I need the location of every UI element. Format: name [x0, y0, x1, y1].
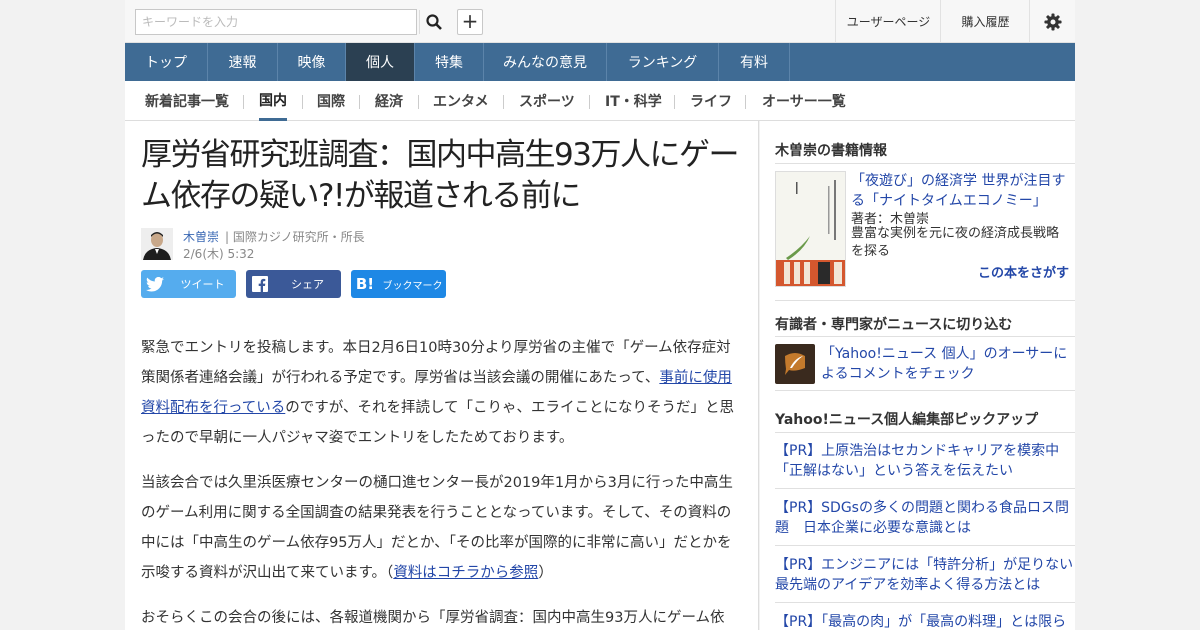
subnav-divider [418, 95, 419, 109]
comment-feather-icon[interactable] [775, 344, 815, 384]
subnav-economy[interactable]: 経済 [375, 81, 403, 121]
subnav-divider [302, 95, 303, 109]
hatena-bookmark-icon: B! [355, 275, 375, 293]
book-description: 豊富な実例を元に夜の経済成長戦略を探る [851, 226, 1060, 259]
paragraph-text: 緊急でエントリを投稿します。本日2月6日10時30分より厚労省の主催で「ゲーム依… [141, 340, 731, 386]
subnav-international[interactable]: 国際 [317, 81, 345, 121]
gear-icon [1043, 12, 1062, 31]
subnav-divider [745, 95, 746, 109]
facebook-share-label: シェア [291, 278, 324, 291]
search-box [135, 9, 442, 35]
subnav-life[interactable]: ライフ [690, 81, 732, 121]
sidebar: 木曽崇の書籍情報 「夜遊び」の経済学 世界が注目する「ナイトタイムエコノミー」 … [760, 121, 1075, 630]
purchase-history-link[interactable]: 購入履歴 [940, 0, 1030, 43]
article-title: 厚労省研究班調査：国内中高生93万人にゲーム依存の疑い?!が報道される前に [141, 137, 739, 214]
divider [775, 163, 1075, 164]
subnav-divider [674, 95, 675, 109]
book-cover-image [776, 172, 845, 286]
nav-breaking[interactable]: 速報 [208, 43, 278, 81]
divider [775, 432, 1075, 433]
pickup-link[interactable]: 【PR】SDGsの多くの問題と関わる食品ロス問題 日本企業に必要な意識とは [775, 498, 1075, 538]
book-section-heading: 木曽崇の書籍情報 [775, 143, 887, 159]
hatena-bookmark-label: ブックマーク [382, 280, 443, 292]
pickup-section-heading: Yahoo!ニュース個人編集部ピックアップ [775, 412, 1039, 428]
author-avatar[interactable] [141, 228, 173, 260]
divider [775, 300, 1075, 301]
sub-nav: 新着記事一覧 国内 国際 経済 エンタメ スポーツ IT・科学 ライフ オーサー… [125, 81, 1075, 121]
person-photo-icon [141, 228, 173, 260]
subnav-sports[interactable]: スポーツ [519, 81, 575, 121]
nav-ranking[interactable]: ランキング [607, 43, 719, 81]
pickup-link[interactable]: 【PR】「最高の肉」が「最高の料理」とは限ら [775, 612, 1075, 630]
twitter-icon [141, 270, 169, 298]
book-cover[interactable] [775, 171, 846, 287]
nav-feature[interactable]: 特集 [415, 43, 484, 81]
nav-paid[interactable]: 有料 [719, 43, 790, 81]
divider [775, 602, 1075, 603]
divider [775, 488, 1075, 489]
facebook-icon [246, 270, 274, 298]
find-book-link[interactable]: この本をさがす [978, 262, 1069, 281]
article-paragraph-2: 当該会合では久里浜医療センターの樋口進センター長が2019年1月から3月に行った… [141, 468, 743, 588]
nav-personal[interactable]: 個人 [346, 43, 415, 81]
article-paragraph-3: おそらくこの会合の後には、各報道機関から「厚労省調査：国内中高生93万人にゲーム… [141, 610, 725, 626]
subnav-it-science[interactable]: IT・科学 [605, 81, 662, 121]
book-title-link[interactable]: 「夜遊び」の経済学 世界が注目する「ナイトタイムエコノミー」 [851, 171, 1071, 211]
article-paragraph-1: 緊急でエントリを投稿します。本日2月6日10時30分より厚労省の主催で「ゲーム依… [141, 333, 743, 453]
nav-top[interactable]: トップ [125, 43, 208, 81]
tweet-button[interactable]: ツイート [141, 270, 236, 298]
author-name-link[interactable]: 木曽崇 [183, 228, 219, 245]
divider [775, 336, 1075, 337]
subnav-divider [589, 95, 590, 109]
search-input[interactable] [136, 10, 418, 34]
main-nav: トップ 速報 映像 個人 特集 みんなの意見 ランキング 有料 [125, 43, 1075, 81]
pickup-link[interactable]: 【PR】エンジニアには「特許分析」が足りない最先端のアイデアを効率よく得る方法と… [775, 555, 1075, 595]
subnav-divider [503, 95, 504, 109]
subnav-divider [243, 95, 244, 109]
top-bar: + ユーザーページ 購入履歴 [125, 0, 1075, 43]
subnav-entertainment[interactable]: エンタメ [433, 81, 489, 121]
nav-video[interactable]: 映像 [278, 43, 346, 81]
tweet-label: ツイート [180, 278, 225, 291]
paragraph-text: ） [538, 565, 553, 581]
divider [775, 545, 1075, 546]
facebook-share-button[interactable]: シェア [246, 270, 341, 298]
search-icon [425, 14, 442, 30]
settings-button[interactable] [1029, 0, 1075, 43]
add-button[interactable]: + [457, 9, 483, 35]
subnav-latest[interactable]: 新着記事一覧 [145, 81, 229, 121]
user-page-link[interactable]: ユーザーページ [835, 0, 941, 43]
expert-section-heading: 有識者・専門家がニュースに切り込む [775, 317, 1013, 333]
article: 厚労省研究班調査：国内中高生93万人にゲーム依存の疑い?!が報道される前に 木曽… [125, 121, 759, 630]
author-affiliation: | 国際カジノ研究所・所長 [225, 230, 365, 244]
subnav-domestic[interactable]: 国内 [259, 81, 287, 121]
subnav-authors[interactable]: オーサー一覧 [762, 81, 846, 121]
subnav-divider [359, 95, 360, 109]
article-date: 2/6(木) 5:32 [183, 247, 255, 261]
plus-icon: + [461, 9, 479, 33]
nav-opinions[interactable]: みんなの意見 [484, 43, 607, 81]
hatena-bookmark-button[interactable]: B! ブックマーク [351, 270, 446, 298]
divider [775, 390, 1075, 391]
pickup-link[interactable]: 【PR】上原浩治はセカンドキャリアを模索中「正解はない」という答えを伝えたい [775, 441, 1075, 481]
search-button[interactable] [419, 10, 447, 34]
materials-reference-link[interactable]: 資料はコチラから参照 [393, 565, 538, 581]
expert-comment-link[interactable]: 「Yahoo!ニュース 個人」のオーサーによるコメントをチェック [821, 344, 1071, 384]
